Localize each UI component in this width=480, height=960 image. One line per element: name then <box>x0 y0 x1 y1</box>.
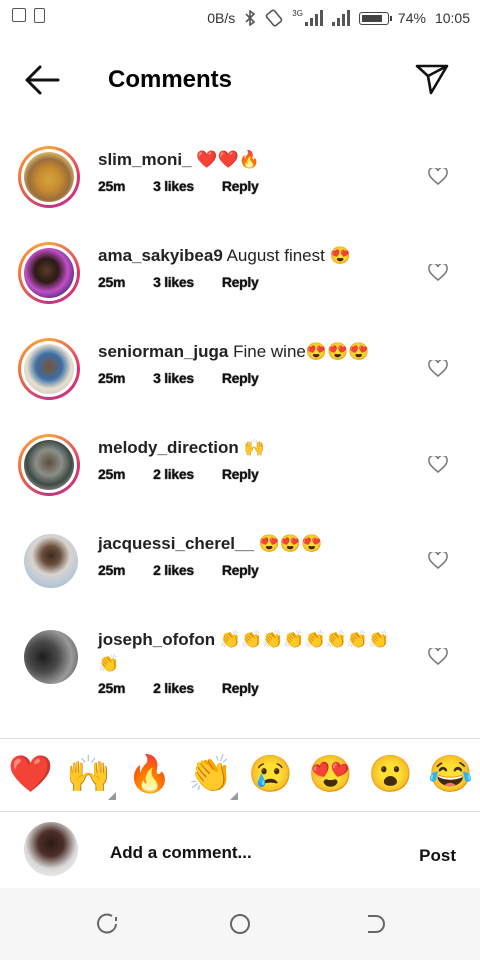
clock: 10:05 <box>434 10 470 26</box>
emoji-reaction-bar: ❤️ 🙌 🔥 👏 😢 😍 😮 😂 <box>0 740 480 810</box>
back-arrow-icon[interactable] <box>22 62 62 98</box>
comment-username[interactable]: slim_moni_ <box>98 150 192 169</box>
battery-level: 74% <box>397 10 426 26</box>
comment-username[interactable]: ama_sakyibea9 <box>98 246 223 265</box>
avatar[interactable] <box>24 534 78 588</box>
status-left-icons <box>12 8 45 23</box>
comment-username[interactable]: seniorman_juga <box>98 342 228 361</box>
comment-time: 25m <box>98 274 126 290</box>
comment-item: seniorman_juga Fine wine😍😍😍 25m 3 likes … <box>0 338 480 408</box>
emoji-clap[interactable]: 👏 <box>188 752 238 800</box>
rotate-icon <box>265 9 283 27</box>
reply-button[interactable]: Reply <box>222 274 259 290</box>
reply-button[interactable]: Reply <box>222 178 259 194</box>
avatar[interactable] <box>24 630 78 684</box>
heart-outline-icon[interactable] <box>428 456 448 474</box>
avatar[interactable] <box>18 146 80 208</box>
comment-meta: 25m 2 likes Reply <box>98 466 259 482</box>
heart-outline-icon[interactable] <box>428 168 448 186</box>
emoji-cry[interactable]: 😢 <box>248 752 293 796</box>
reply-button[interactable]: Reply <box>222 370 259 386</box>
heart-outline-icon[interactable] <box>428 552 448 570</box>
post-button[interactable]: Post <box>419 846 456 866</box>
comment-username[interactable]: melody_direction <box>98 438 239 457</box>
battery-saver-icon <box>34 8 45 23</box>
comment-item: jacquessi_cherel__ 😍😍😍 25m 2 likes Reply <box>0 530 480 600</box>
emoji-heart-eyes[interactable]: 😍 <box>308 752 353 796</box>
comment-text: 😍😍😍 <box>258 534 323 553</box>
comment-meta: 25m 2 likes Reply <box>98 680 259 696</box>
emoji-surprised[interactable]: 😮 <box>368 752 413 796</box>
comment-time: 25m <box>98 178 126 194</box>
comment-input[interactable] <box>108 840 392 866</box>
comment-meta: 25m 3 likes Reply <box>98 274 259 290</box>
comment-username[interactable]: jacquessi_cherel__ <box>98 534 254 553</box>
comment-composer: Post <box>0 812 480 888</box>
system-nav-bar <box>0 888 480 960</box>
comment-likes[interactable]: 3 likes <box>153 274 194 290</box>
comment-time: 25m <box>98 370 126 386</box>
avatar <box>24 822 78 876</box>
comment-username[interactable]: joseph_ofofon <box>98 630 215 649</box>
divider <box>0 738 480 739</box>
emoji-heart[interactable]: ❤️ <box>8 752 53 796</box>
comment-meta: 25m 3 likes Reply <box>98 178 259 194</box>
battery-icon <box>358 11 392 25</box>
back-icon[interactable] <box>362 912 386 936</box>
comment-text: 🙌 <box>243 438 265 457</box>
screenshot-icon <box>12 8 26 22</box>
avatar[interactable] <box>18 434 80 496</box>
comment-likes[interactable]: 2 likes <box>153 562 194 578</box>
comment-likes[interactable]: 2 likes <box>153 466 194 482</box>
recent-apps-icon[interactable] <box>96 912 120 936</box>
emoji-fire[interactable]: 🔥 <box>127 752 172 796</box>
heart-outline-icon[interactable] <box>428 360 448 378</box>
header: Comments <box>0 48 480 112</box>
comment-item: melody_direction 🙌 25m 2 likes Reply <box>0 434 480 504</box>
avatar[interactable] <box>18 338 80 400</box>
comment-item: slim_moni_ ❤️❤️🔥 25m 3 likes Reply <box>0 146 480 216</box>
reply-button[interactable]: Reply <box>222 680 259 696</box>
comment-time: 25m <box>98 680 126 696</box>
network-type: 3G <box>292 9 323 26</box>
reply-button[interactable]: Reply <box>222 466 259 482</box>
emoji-raised-hands[interactable]: 🙌 <box>66 752 116 800</box>
avatar[interactable] <box>18 242 80 304</box>
network-speed: 0B/s <box>207 10 236 26</box>
comment-time: 25m <box>98 466 126 482</box>
signal-icon <box>331 10 350 26</box>
comment-item: joseph_ofofon 👏👏👏👏👏👏👏👏👏 25m 2 likes Repl… <box>0 626 480 712</box>
comment-text: Fine wine😍😍😍 <box>233 342 370 361</box>
comment-likes[interactable]: 2 likes <box>153 680 194 696</box>
comment-text: August finest 😍 <box>226 246 351 265</box>
home-icon[interactable] <box>228 912 252 936</box>
comment-time: 25m <box>98 562 126 578</box>
page-title: Comments <box>108 66 233 93</box>
comment-meta: 25m 2 likes Reply <box>98 562 259 578</box>
paper-plane-icon[interactable] <box>414 60 450 96</box>
reply-button[interactable]: Reply <box>222 562 259 578</box>
heart-outline-icon[interactable] <box>428 648 448 666</box>
emoji-laugh[interactable]: 😂 <box>428 752 473 796</box>
comment-likes[interactable]: 3 likes <box>153 370 194 386</box>
bluetooth-icon <box>245 10 256 26</box>
heart-outline-icon[interactable] <box>428 264 448 282</box>
comment-item: ama_sakyibea9 August finest 😍 25m 3 like… <box>0 242 480 312</box>
status-bar: 0B/s 3G 74% 10:05 <box>0 0 480 36</box>
status-right: 0B/s 3G 74% 10:05 <box>207 9 470 27</box>
comment-text: ❤️❤️🔥 <box>196 150 260 169</box>
comment-likes[interactable]: 3 likes <box>153 178 194 194</box>
comment-meta: 25m 3 likes Reply <box>98 370 259 386</box>
